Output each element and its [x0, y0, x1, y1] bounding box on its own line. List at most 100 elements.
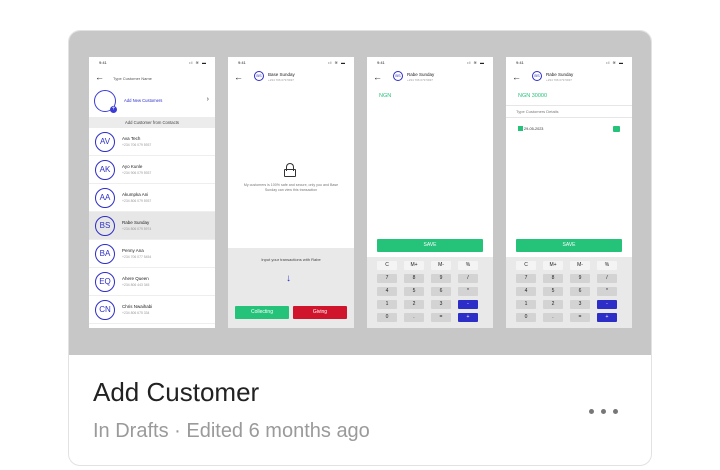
keypad-key: /: [458, 274, 478, 283]
customer-name: Rabe Sunday: [407, 72, 435, 77]
contacts-header: Add Customer from Contacts: [89, 117, 215, 128]
camera-icon: [613, 126, 620, 132]
keypad-key: M+: [404, 261, 424, 270]
contact-row: EQ Ahere Queen +234 806 443 345: [89, 268, 215, 296]
keypad-key: =: [570, 313, 590, 322]
status-icons: ıl ≋ ▬: [606, 60, 624, 65]
avatar: AK: [95, 160, 115, 180]
file-thumbnail[interactable]: 9:41 ıl ≋ ▬ ← Type Customer Name + Add N…: [69, 31, 651, 355]
keypad-key: 0: [516, 313, 536, 322]
status-icons: ıl ≋ ▬: [328, 60, 346, 65]
contact-name: Chris Nwaihabi: [122, 304, 153, 309]
contact-row: AK Ayo Kunle +234 906 079 5937: [89, 156, 215, 184]
keypad-key: 4: [377, 287, 397, 296]
contact-row: AV Ava Tech +234 706 079 5937: [89, 128, 215, 156]
contact-name: Ahere Queen: [122, 276, 149, 281]
keypad-key: +: [597, 313, 617, 322]
status-time: 9:41: [377, 60, 385, 65]
keypad-key: 5: [543, 287, 563, 296]
keypad-key: 2: [543, 300, 563, 309]
keypad-key: M-: [431, 261, 451, 270]
contact-phone: +234 806 079 5974: [122, 227, 152, 231]
avatar: EQ: [95, 272, 115, 292]
keypad-key: *: [597, 287, 617, 296]
avatar: AA: [95, 188, 115, 208]
chevron-right-icon: ›: [206, 96, 209, 103]
keypad-key: 6: [570, 287, 590, 296]
mockup-screen-contacts: 9:41 ıl ≋ ▬ ← Type Customer Name + Add N…: [89, 57, 215, 328]
status-time: 9:41: [238, 60, 246, 65]
contact-row: CN Chris Nwaihabi +234 806 675 334: [89, 296, 215, 324]
keypad-key: M+: [543, 261, 563, 270]
contact-name: Penny Ana: [122, 248, 144, 253]
arrow-left-icon: ←: [373, 72, 382, 82]
status-time: 9:41: [516, 60, 524, 65]
keypad-key: /: [597, 274, 617, 283]
keypad-key: .: [404, 313, 424, 322]
customer-search-placeholder: Type Customer Name: [113, 76, 152, 81]
keypad-key: 1: [516, 300, 536, 309]
calculator-keypad: C M+ M-% 7 8 9 / 4 5 6 * 1 2 3- 0. = +: [367, 257, 493, 328]
status-bar: 9:41 ıl ≋ ▬: [371, 59, 489, 67]
contact-phone: +234 806 079 5937: [122, 199, 152, 203]
avatar: BS: [532, 71, 542, 81]
contact-phone: +234 706 077 5454: [122, 255, 152, 259]
status-icons: ıl ≋ ▬: [467, 60, 485, 65]
avatar: BA: [95, 244, 115, 264]
keypad-key: .: [543, 313, 563, 322]
plus-icon: +: [110, 106, 117, 113]
arrow-left-icon: ←: [512, 72, 521, 82]
file-title[interactable]: Add Customer: [93, 377, 259, 408]
calculator-keypad: C M+ M-% 7 8 9 / 4 5 6 * 1 2 3- 0. = +: [506, 257, 632, 328]
keypad-key: %: [597, 261, 617, 270]
contact-name: Ayo Kunle: [122, 164, 143, 169]
customer-phone: +234 706 079 5937: [268, 78, 294, 82]
status-bar: 9:41 ıl ≋ ▬: [510, 59, 628, 67]
save-button: SAVE: [516, 239, 622, 252]
keypad-key: 8: [404, 274, 424, 283]
transaction-hint: Input your transactions with Rabe: [261, 257, 321, 262]
calendar-icon: [518, 126, 523, 131]
avatar: CN: [95, 300, 115, 320]
contact-name: Ava Tech: [122, 136, 141, 141]
contact-row-selected: BS Rabe Sunday +234 806 079 5974: [89, 212, 215, 240]
amount-display: NGN: [379, 93, 392, 99]
customer-name: Rabe Sunday: [546, 72, 574, 77]
status-icons: ıl ≋ ▬: [189, 60, 207, 65]
amount-display: NGN 30000: [518, 93, 548, 99]
keypad-key: 5: [404, 287, 424, 296]
keypad-key: *: [458, 287, 478, 296]
keypad-key: 3: [570, 300, 590, 309]
keypad-key: 0: [377, 313, 397, 322]
keypad-key: 2: [404, 300, 424, 309]
collecting-button: Collecting: [235, 306, 289, 319]
keypad-key: C: [377, 261, 397, 270]
arrow-left-icon: ←: [234, 72, 243, 82]
contact-name: Akumpka Ani: [122, 192, 149, 197]
avatar: BS: [393, 71, 403, 81]
keypad-key: 7: [377, 274, 397, 283]
customer-details-input: Type Customers Details: [506, 105, 632, 118]
status-time: 9:41: [99, 60, 107, 65]
contact-row: BA Penny Ana +234 706 077 5454: [89, 240, 215, 268]
date-value: 29-05-2023: [524, 127, 544, 131]
keypad-key: 3: [431, 300, 451, 309]
avatar: AV: [95, 132, 115, 152]
customer-phone: +234 706 079 5937: [546, 78, 572, 82]
contact-phone: +234 706 079 5937: [122, 143, 152, 147]
lock-icon: [284, 163, 296, 177]
contact-phone: +234 806 443 345: [122, 283, 150, 287]
contact-row: AA Akumpka Ani +234 806 079 5937: [89, 184, 215, 212]
keypad-key: +: [458, 313, 478, 322]
keypad-key: 6: [431, 287, 451, 296]
status-bar: 9:41 ıl ≋ ▬: [232, 59, 350, 67]
arrow-left-icon: ←: [95, 72, 104, 82]
draft-file-card[interactable]: 9:41 ıl ≋ ▬ ← Type Customer Name + Add N…: [68, 30, 652, 466]
privacy-message: My customers is 100% safe and secure, on…: [243, 183, 339, 192]
customer-phone: +234 706 079 5937: [407, 78, 433, 82]
keypad-key: =: [431, 313, 451, 322]
keypad-key: 8: [543, 274, 563, 283]
contact-name: Rabe Sunday: [122, 220, 150, 225]
keypad-key: 9: [570, 274, 590, 283]
more-horizontal-icon[interactable]: [587, 403, 623, 419]
